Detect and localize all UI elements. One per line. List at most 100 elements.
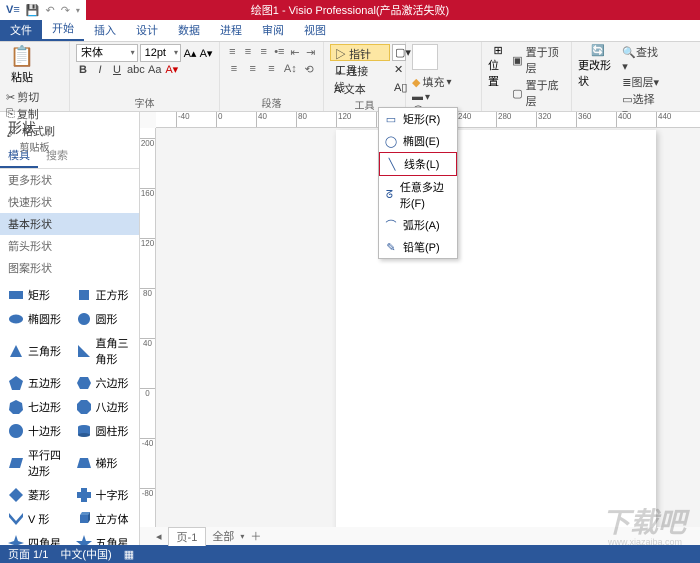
connector-point-button[interactable]: ✕ bbox=[392, 62, 406, 79]
tab-data[interactable]: 数据 bbox=[168, 19, 210, 41]
page-tab-1[interactable]: 页-1 bbox=[168, 527, 207, 546]
bullets-button[interactable]: •≡ bbox=[273, 44, 286, 60]
shape-cross[interactable]: 十字形 bbox=[70, 483, 138, 507]
align-right-button[interactable]: ≡ bbox=[264, 61, 280, 77]
align-bottom-button[interactable]: ≡ bbox=[257, 44, 270, 60]
shape-hept[interactable]: 七边形 bbox=[2, 395, 70, 419]
send-back-button[interactable]: ▢置于底层 bbox=[512, 77, 565, 109]
shape-star5[interactable]: 五角星 bbox=[70, 531, 138, 545]
menu-freeform[interactable]: ᘔ任意多边形(F) bbox=[379, 176, 457, 214]
arc-icon: ⌒ bbox=[385, 219, 397, 231]
tab-review[interactable]: 审阅 bbox=[252, 19, 294, 41]
cat-arrow[interactable]: 箭头形状 bbox=[0, 235, 139, 257]
cat-pattern[interactable]: 图案形状 bbox=[0, 257, 139, 279]
undo-icon[interactable]: ↶ bbox=[45, 4, 54, 17]
shape-hex[interactable]: 六边形 bbox=[70, 371, 138, 395]
quick-access-toolbar[interactable]: V≡ 💾 ↶ ↷ ▾ bbox=[0, 0, 86, 20]
italic-button[interactable]: I bbox=[93, 64, 107, 76]
hept-icon bbox=[8, 399, 24, 415]
menu-rectangle[interactable]: ▭矩形(R) bbox=[379, 108, 457, 130]
find-button[interactable]: 🔍查找▾ bbox=[622, 44, 660, 73]
shape-rect[interactable]: 矩形 bbox=[2, 283, 70, 307]
strike-button[interactable]: abc bbox=[127, 64, 145, 76]
shape-star4[interactable]: 四角星 bbox=[2, 531, 70, 545]
shape-para[interactable]: 平行四边形 bbox=[2, 443, 70, 483]
square-icon bbox=[76, 287, 92, 303]
menu-arc[interactable]: ⌒弧形(A) bbox=[379, 214, 457, 236]
tab-process[interactable]: 进程 bbox=[210, 19, 252, 41]
tab-home[interactable]: 开始 bbox=[42, 17, 84, 41]
shape-circle[interactable]: 圆形 bbox=[70, 307, 138, 331]
indent-inc-button[interactable]: ⇥ bbox=[304, 44, 317, 60]
align-middle-button[interactable]: ≡ bbox=[242, 44, 255, 60]
cat-more[interactable]: 更多形状 bbox=[0, 169, 139, 191]
shrink-font-button[interactable]: A▾ bbox=[199, 47, 213, 60]
text-case-button[interactable]: Aa bbox=[148, 64, 162, 76]
status-language[interactable]: 中文(中国) bbox=[60, 546, 111, 562]
shape-cyl[interactable]: 圆柱形 bbox=[70, 419, 138, 443]
cut-button[interactable]: ✂剪切 bbox=[6, 89, 55, 105]
tab-design[interactable]: 设计 bbox=[126, 19, 168, 41]
shape-triangle[interactable]: 三角形 bbox=[2, 331, 70, 371]
menu-ellipse[interactable]: ◯椭圆(E) bbox=[379, 130, 457, 152]
font-name-select[interactable]: 宋体 bbox=[76, 44, 138, 62]
bring-front-button[interactable]: ▣置于顶层 bbox=[512, 44, 565, 76]
star5-icon bbox=[76, 535, 92, 545]
fill-button[interactable]: ◆填充▾ bbox=[412, 74, 475, 90]
underline-button[interactable]: U bbox=[110, 64, 124, 76]
save-icon[interactable]: 💾 bbox=[26, 4, 40, 17]
pagetab-add[interactable]: ＋ bbox=[250, 528, 261, 544]
bold-button[interactable]: B bbox=[76, 64, 90, 76]
connector-tool-button[interactable]: ↳ 连接线 bbox=[330, 62, 390, 79]
pagetab-nav-left[interactable]: ◂ bbox=[156, 530, 162, 543]
shape-square[interactable]: 正方形 bbox=[70, 283, 138, 307]
tab-view[interactable]: 视图 bbox=[294, 19, 336, 41]
shape-cube[interactable]: 立方体 bbox=[70, 507, 138, 531]
paste-button[interactable]: 📋 粘贴 bbox=[6, 44, 38, 85]
dec-icon bbox=[8, 423, 24, 439]
status-macro-icon[interactable]: ▦ bbox=[124, 548, 134, 561]
status-page: 页面 1/1 bbox=[8, 546, 48, 562]
text-block-button[interactable]: A▯ bbox=[392, 80, 406, 97]
shape-trap[interactable]: 梯形 bbox=[70, 443, 138, 483]
fill-icon: ◆ bbox=[412, 76, 420, 89]
align-top-button[interactable]: ≡ bbox=[226, 44, 239, 60]
oct-icon bbox=[76, 399, 92, 415]
quick-style-button[interactable] bbox=[412, 44, 438, 70]
shape-dec[interactable]: 十边形 bbox=[2, 419, 70, 443]
shape-tool-dropdown[interactable]: ▢▾ bbox=[392, 44, 406, 61]
font-size-select[interactable]: 12pt bbox=[140, 44, 181, 62]
align-center-button[interactable]: ≡ bbox=[245, 61, 261, 77]
pointer-tool-button[interactable]: ▷ 指针工具 bbox=[330, 44, 390, 61]
menu-line[interactable]: ╲线条(L) bbox=[379, 152, 457, 176]
shape-vshape[interactable]: V 形 bbox=[2, 507, 70, 531]
pagetab-all[interactable]: 全部 bbox=[212, 528, 234, 544]
rotate-button[interactable]: ⟲ bbox=[301, 61, 317, 77]
indent-dec-button[interactable]: ⇤ bbox=[289, 44, 302, 60]
line-button[interactable]: ▬▾ bbox=[412, 91, 475, 103]
tab-file[interactable]: 文件 bbox=[0, 19, 42, 41]
redo-icon[interactable]: ↷ bbox=[61, 4, 70, 17]
menu-pencil[interactable]: ✎铅笔(P) bbox=[379, 236, 457, 258]
change-shape-button[interactable]: 🔄更改形状 bbox=[578, 44, 618, 120]
shape-ellipse[interactable]: 椭圆形 bbox=[2, 307, 70, 331]
shape-pent[interactable]: 五边形 bbox=[2, 371, 70, 395]
tab-insert[interactable]: 插入 bbox=[84, 19, 126, 41]
trap-icon bbox=[76, 455, 92, 471]
align-left-button[interactable]: ≡ bbox=[226, 61, 242, 77]
text-direction-button[interactable]: A↕ bbox=[282, 61, 298, 77]
shape-diamond[interactable]: 菱形 bbox=[2, 483, 70, 507]
vertical-ruler: 20016012080400-40-80 bbox=[140, 128, 156, 527]
cat-quick[interactable]: 快速形状 bbox=[0, 191, 139, 213]
copy-button[interactable]: ⎘复制 bbox=[6, 106, 55, 122]
cat-basic[interactable]: 基本形状 bbox=[0, 213, 139, 235]
format-painter-button[interactable]: 🖌格式刷 bbox=[6, 123, 55, 139]
shape-rtriangle[interactable]: 直角三角形 bbox=[70, 331, 138, 371]
layers-button[interactable]: ≣图层▾ bbox=[622, 74, 660, 90]
font-color-button[interactable]: A▾ bbox=[165, 63, 179, 76]
ribbon-tabs: 文件 开始 插入 设计 数据 进程 审阅 视图 bbox=[0, 20, 700, 42]
text-tool-button[interactable]: A 文本 bbox=[330, 80, 390, 97]
shape-oct[interactable]: 八边形 bbox=[70, 395, 138, 419]
qat-more-icon[interactable]: ▾ bbox=[76, 6, 80, 15]
grow-font-button[interactable]: A▴ bbox=[183, 47, 197, 60]
